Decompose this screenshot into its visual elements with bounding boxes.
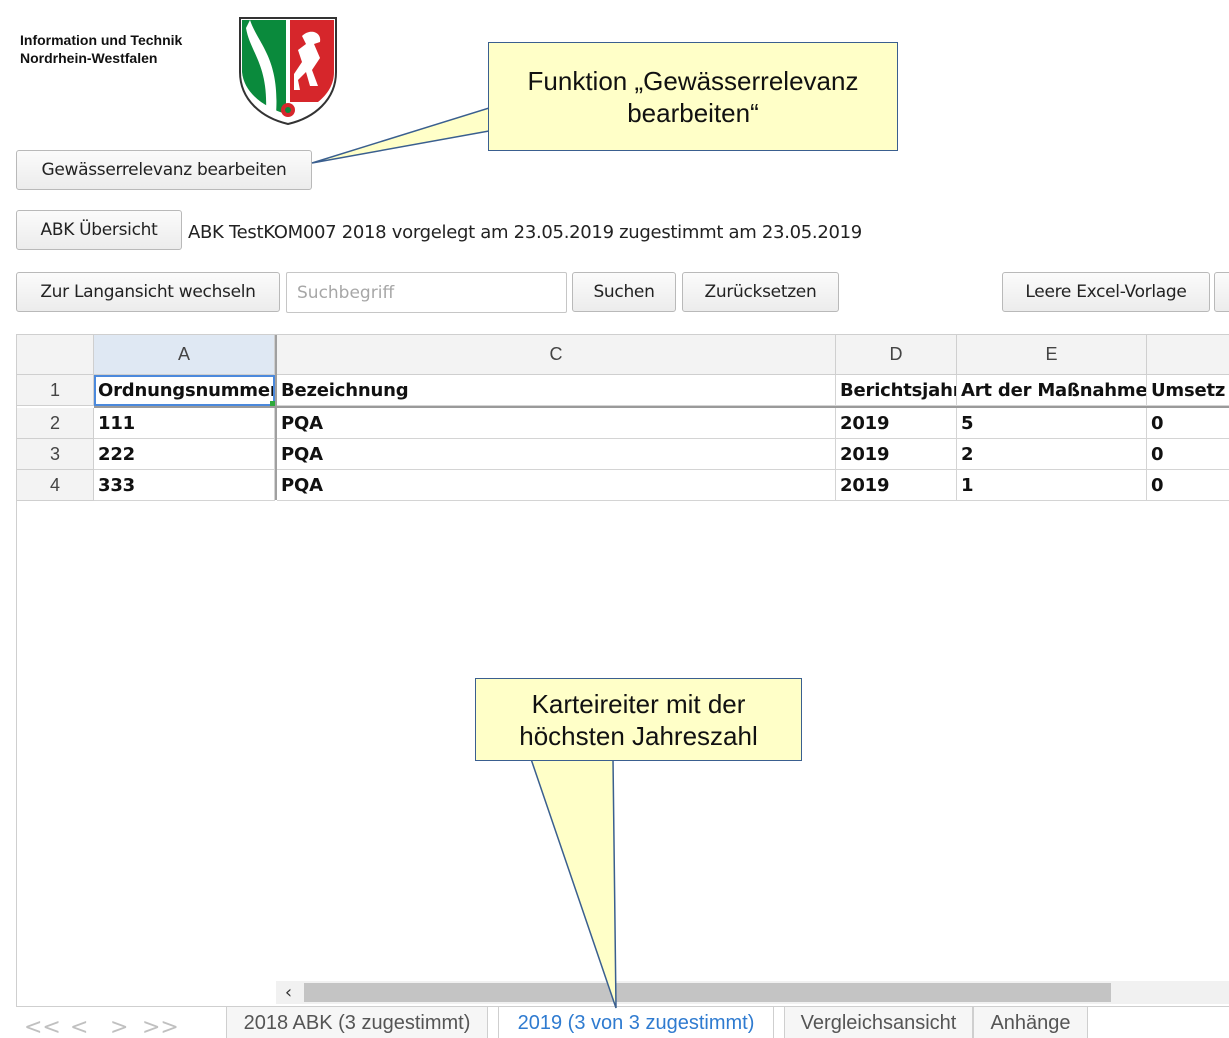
grid-cell[interactable]: Art der Maßnahme (957, 375, 1147, 406)
grid-cell[interactable]: Berichtsjahr (836, 375, 957, 406)
switch-long-view-button[interactable]: Zur Langansicht wechseln (16, 272, 280, 312)
scroll-left-arrow-icon[interactable]: ‹ (276, 981, 301, 1004)
sheet-tab-bar: << < > >> 2018 ABK (3 zugestimmt) 2019 (… (16, 1006, 1229, 1038)
empty-excel-template-button[interactable]: Leere Excel-Vorlage (1002, 272, 1210, 312)
row-header[interactable]: 3 (17, 439, 94, 470)
search-button[interactable]: Suchen (572, 272, 676, 312)
callout-text-line: bearbeiten“ (627, 97, 759, 128)
callout-text-line: Karteireiter mit der (531, 688, 746, 719)
tab-2019[interactable]: 2019 (3 von 3 zugestimmt) (498, 1007, 774, 1038)
callout-edit-relevance: Funktion „Gewässerrelevanz bearbeiten“ (488, 42, 898, 151)
row-header[interactable]: 2 (17, 408, 94, 439)
abk-overview-button[interactable]: ABK Übersicht (16, 210, 182, 250)
org-name-line2: Nordrhein-Westfalen (20, 50, 158, 66)
grid-cell[interactable]: PQA (277, 439, 836, 470)
grid-cell[interactable]: 2 (957, 439, 1147, 470)
grid-cell[interactable]: 111 (94, 408, 275, 439)
row-header[interactable]: 1 (17, 375, 94, 406)
organization-name: Information und Technik Nordrhein-Westfa… (20, 31, 182, 67)
grid-cell[interactable]: 2019 (836, 470, 957, 501)
edit-water-relevance-button[interactable]: Gewässerrelevanz bearbeiten (16, 150, 312, 190)
grid-cell[interactable]: 0 (1147, 470, 1229, 501)
toolbar-overflow-button[interactable] (1214, 272, 1229, 312)
scrollbar-thumb[interactable] (304, 983, 1111, 1002)
nrw-crest-logo (239, 17, 337, 126)
last-sheet-icon[interactable]: >> (142, 1017, 179, 1038)
grid-cell[interactable]: 1 (957, 470, 1147, 501)
frozen-row-divider (94, 406, 1229, 408)
grid-cell[interactable]: 5 (957, 408, 1147, 439)
tab-attachments[interactable]: Anhänge (973, 1007, 1088, 1038)
org-name-line1: Information und Technik (20, 32, 183, 48)
horizontal-scrollbar[interactable]: ‹ (276, 981, 1229, 1004)
frozen-column-divider (275, 335, 277, 500)
tab-2018-abk[interactable]: 2018 ABK (3 zugestimmt) (226, 1007, 488, 1038)
grid-cell[interactable]: Bezeichnung (277, 375, 836, 406)
column-header-f[interactable] (1147, 335, 1229, 375)
first-sheet-icon[interactable]: << (24, 1017, 61, 1038)
callout-text-line: höchsten Jahreszahl (519, 720, 758, 751)
grid-cell[interactable]: 222 (94, 439, 275, 470)
grid-cell[interactable]: Ordnungsnummer (94, 375, 275, 406)
callout-text-line: Funktion „Gewässerrelevanz (527, 65, 859, 96)
grid-cell[interactable]: PQA (277, 470, 836, 501)
next-sheet-icon[interactable]: > (110, 1017, 128, 1038)
column-header-d[interactable]: D (836, 335, 957, 375)
callout-highest-year-tab: Karteireiter mit der höchsten Jahreszahl (475, 678, 802, 761)
grid-cell[interactable]: 0 (1147, 408, 1229, 439)
grid-cell[interactable]: Umsetz (1147, 375, 1229, 406)
grid-corner[interactable] (17, 335, 94, 375)
grid-cell[interactable]: 2019 (836, 439, 957, 470)
column-header-e[interactable]: E (957, 335, 1147, 375)
reset-button[interactable]: Zurücksetzen (682, 272, 839, 312)
column-header-c[interactable]: C (277, 335, 836, 375)
search-input[interactable] (286, 272, 567, 313)
column-header-a[interactable]: A (94, 335, 275, 375)
grid-cell[interactable]: 333 (94, 470, 275, 501)
previous-sheet-icon[interactable]: < (70, 1017, 88, 1038)
row-header[interactable]: 4 (17, 470, 94, 501)
grid-cell[interactable]: 2019 (836, 408, 957, 439)
abk-status-text: ABK TestKOM007 2018 vorgelegt am 23.05.2… (188, 222, 862, 243)
grid-cell[interactable]: PQA (277, 408, 836, 439)
spreadsheet-grid[interactable]: A C D E 1 Ordnungsnummer Bezeichnung Ber… (16, 334, 1229, 1008)
grid-cell[interactable]: 0 (1147, 439, 1229, 470)
tab-comparison-view[interactable]: Vergleichsansicht (784, 1007, 973, 1038)
